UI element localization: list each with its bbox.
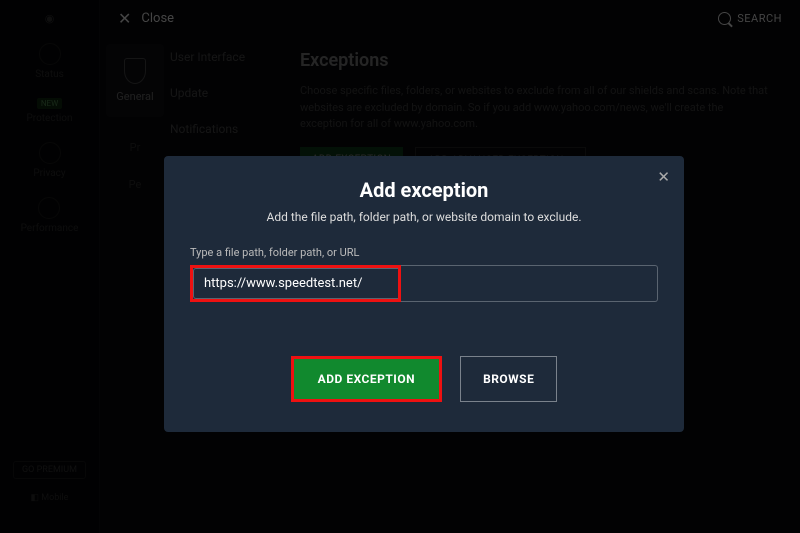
browse-button[interactable]: BROWSE: [460, 356, 557, 402]
input-highlight: [190, 265, 401, 302]
modal-close-button[interactable]: ✕: [657, 168, 670, 186]
input-label: Type a file path, folder path, or URL: [190, 246, 658, 259]
input-extension[interactable]: [401, 265, 658, 302]
modal-subtitle: Add the file path, folder path, or websi…: [190, 210, 658, 224]
exception-path-input[interactable]: [193, 268, 398, 299]
add-exception-button[interactable]: ADD EXCEPTION: [294, 359, 439, 399]
primary-highlight: ADD EXCEPTION: [291, 356, 442, 402]
add-exception-modal: ✕ Add exception Add the file path, folde…: [164, 156, 684, 432]
modal-title: Add exception: [190, 178, 658, 202]
